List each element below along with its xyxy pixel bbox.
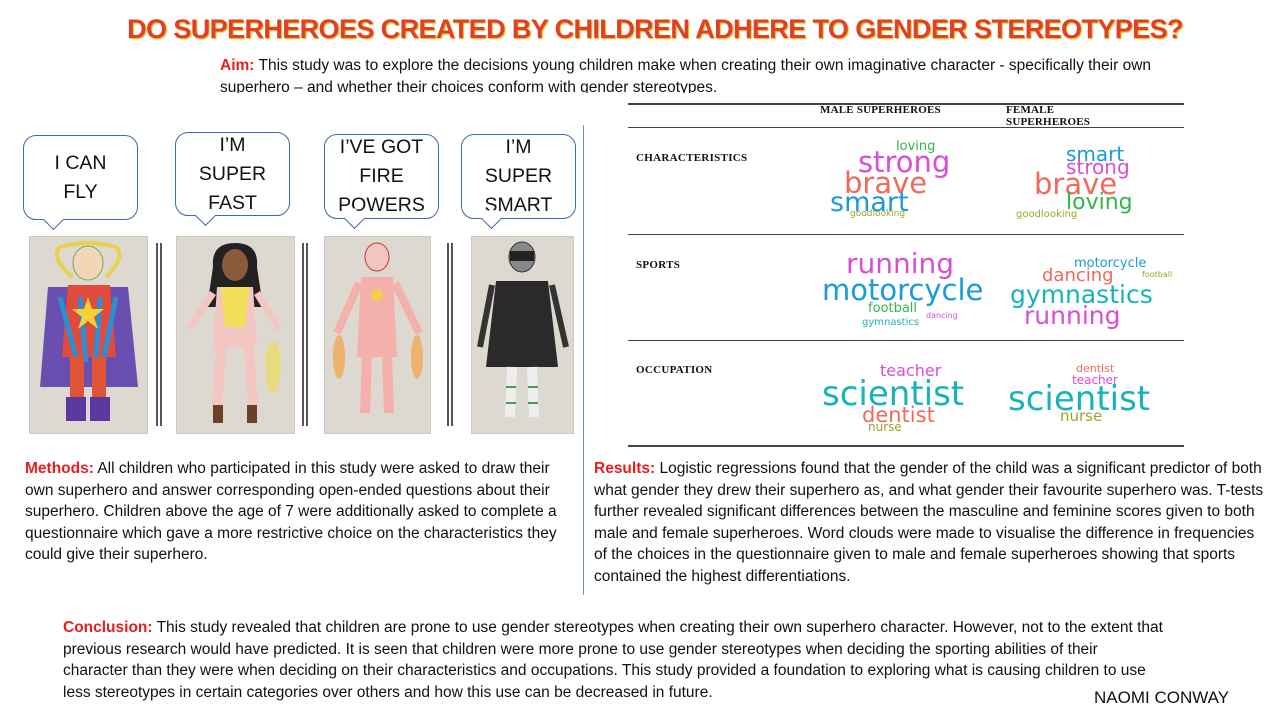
word-cloud-table: MALE SUPERHEROES FEMALE SUPERHEROES CHAR… [628, 100, 1184, 447]
conclusion-text: This study revealed that children are pr… [63, 619, 1163, 701]
cloud-word: running [1024, 301, 1121, 330]
superhero-drawing-1 [29, 236, 148, 434]
cloud-word: football [1142, 270, 1173, 279]
table-rule [628, 445, 1184, 447]
speech-bubble-4: I’M SUPER SMART [461, 134, 576, 230]
bubble-line: FLY [63, 180, 98, 203]
cloud-word: dancing [926, 311, 958, 320]
drawing-divider [156, 243, 158, 426]
results-label: Results: [594, 460, 656, 477]
row-header-characteristics: CHARACTERISTICS [636, 152, 748, 164]
bubble-line: I CAN [54, 151, 107, 174]
cloud-word: goodlooking [850, 209, 906, 219]
col-header-male: MALE SUPERHEROES [820, 104, 941, 116]
poster-title: DO SUPERHEROES CREATED BY CHILDREN ADHER… [127, 14, 1183, 44]
bubble-line: SUPER [484, 165, 553, 187]
methods-paragraph: Methods: All children who participated i… [25, 458, 580, 566]
bubble-line: SUPER [198, 162, 267, 185]
bubble-line: I’VE GOT [339, 136, 424, 158]
methods-text: All children who participated in this st… [25, 460, 557, 563]
aim-paragraph: Aim: This study was to explore the decis… [220, 55, 1180, 93]
author-name: NAOMI CONWAY [1094, 688, 1230, 707]
cloud-word: gymnastics [862, 317, 920, 328]
drawing-divider [160, 243, 162, 426]
row-header-occupation: OCCUPATION [636, 364, 713, 376]
results-paragraph: Results: Logistic regressions found that… [594, 458, 1266, 587]
section-divider [583, 125, 584, 595]
bubble-line: FIRE [359, 165, 404, 187]
bubble-tail [42, 208, 65, 231]
drawing-divider [306, 243, 308, 426]
conclusion-paragraph: Conclusion: This study revealed that chi… [63, 617, 1163, 703]
conclusion-label: Conclusion: [63, 619, 153, 636]
cloud-word: nurse [868, 420, 902, 434]
table-rule [628, 340, 1184, 341]
superhero-drawing-4 [471, 236, 574, 434]
superhero-drawing-3 [324, 236, 431, 434]
superhero-drawing-2 [176, 236, 295, 434]
methods-label: Methods: [25, 460, 94, 477]
table-rule [628, 234, 1184, 235]
cloud-word: nurse [1060, 407, 1103, 425]
aim-text: This study was to explore the decisions … [220, 57, 1152, 93]
bubble-line: I’M [505, 136, 532, 158]
table-rule [628, 127, 1184, 128]
drawing-divider [447, 243, 449, 426]
bubble-line: I’M [219, 133, 246, 156]
aim-label: Aim: [220, 57, 255, 74]
cloud-word: goodlooking [1016, 209, 1078, 220]
speech-bubble-3: I’VE GOT FIRE POWERS [324, 134, 439, 230]
row-header-sports: SPORTS [636, 259, 681, 271]
bubble-line: FAST [208, 191, 257, 214]
cloud-word: football [868, 301, 918, 316]
speech-bubble-1: I CAN FLY [23, 135, 138, 231]
results-text: Logistic regressions found that the gend… [594, 460, 1264, 585]
speech-bubble-2: I’M SUPER FAST [175, 132, 290, 227]
col-header-female-1: FEMALE [1006, 104, 1055, 116]
drawing-divider [451, 243, 453, 426]
drawing-divider [302, 243, 304, 426]
